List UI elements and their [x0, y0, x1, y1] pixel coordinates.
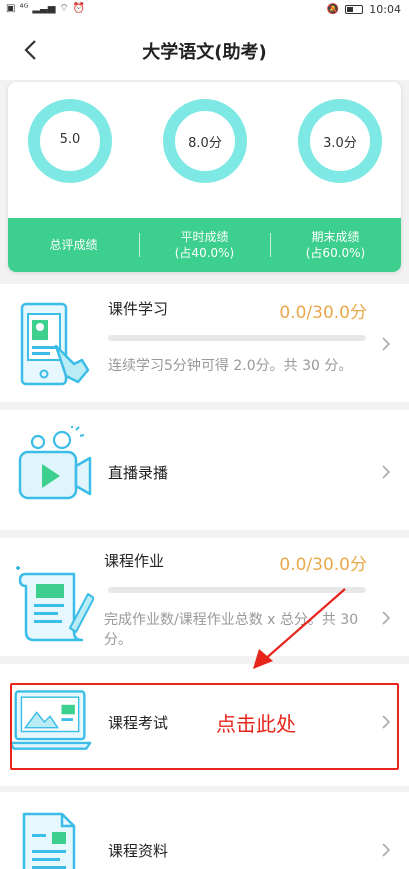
item-live-recording[interactable]: 直播录播 [0, 410, 409, 530]
total-score-value: 5.0 [59, 132, 81, 147]
sim-icon: ▣ [6, 3, 16, 14]
item-description: 连续学习5分钟可得 2.0分。共 30 分。 [108, 358, 353, 374]
score-label-band: 总评成绩 平时成绩 (占40.0%) 期末成绩 (占60.0%) [8, 218, 401, 272]
page-title: 大学语文(助考) [142, 42, 267, 63]
chevron-right-icon [382, 843, 391, 857]
status-left: ▣ ⁴ᴳ ▂▃▅ ⌔ ⏰ [6, 3, 85, 15]
homework-scroll-icon [16, 566, 94, 642]
score-summary-card: 5.0 8.0分 3.0分 总评成绩 平时成绩 (占40.0%) 期末成绩 (占… [8, 82, 401, 272]
network-type-label: ⁴ᴳ [19, 3, 29, 14]
battery-icon [345, 5, 364, 14]
usual-score-ring: 8.0分 [162, 98, 248, 184]
document-icon [22, 812, 76, 869]
final-score-label-text: 期末成绩 [311, 230, 360, 244]
wifi-icon: ⌔ [59, 3, 69, 14]
total-score-label: 总评成绩 [8, 237, 139, 253]
video-camera-icon [18, 426, 92, 500]
item-course-materials[interactable]: 课程资料 [0, 792, 409, 869]
status-bar: ▣ ⁴ᴳ ▂▃▅ ⌔ ⏰ 🔕 10:04 [0, 0, 409, 20]
chevron-right-icon [382, 465, 391, 479]
chevron-right-icon [382, 611, 391, 625]
item-title: 课程作业 [104, 552, 165, 570]
usual-score-weight: (占40.0%) [174, 246, 235, 260]
item-title: 课件学习 [108, 300, 169, 318]
signal-icon: ▂▃▅ [32, 3, 56, 14]
final-score-weight: (占60.0%) [305, 246, 366, 260]
usual-score-label: 平时成绩 (占40.0%) [139, 229, 270, 261]
total-score-ring: 5.0 [27, 98, 113, 184]
clock: 10:04 [369, 3, 401, 16]
tablet-touch-icon [20, 302, 90, 386]
item-title: 直播录播 [108, 464, 169, 482]
mute-icon: 🔕 [326, 3, 340, 15]
status-right: 🔕 10:04 [327, 3, 401, 16]
item-progress-bar [108, 335, 366, 341]
exam-highlight-box [10, 683, 399, 770]
alarm-icon: ⏰ [72, 3, 86, 14]
nav-bar: 大学语文(助考) [0, 20, 409, 80]
final-score-label: 期末成绩 (占60.0%) [270, 229, 401, 261]
item-courseware-study[interactable]: 课件学习 0.0/30.0分 连续学习5分钟可得 2.0分。共 30 分。 [0, 284, 409, 402]
click-here-annotation: 点击此处 [216, 712, 296, 736]
item-score: 0.0/30.0分 [279, 303, 367, 323]
item-title: 课程资料 [108, 842, 169, 860]
usual-score-value: 8.0分 [188, 136, 222, 151]
usual-score-label-text: 平时成绩 [180, 230, 229, 244]
final-score-ring: 3.0分 [297, 98, 383, 184]
total-score-label-text: 总评成绩 [49, 238, 98, 252]
chevron-right-icon [382, 337, 391, 351]
final-score-value: 3.0分 [323, 136, 357, 151]
item-score: 0.0/30.0分 [279, 555, 367, 575]
red-arrow-annotation [253, 588, 346, 669]
